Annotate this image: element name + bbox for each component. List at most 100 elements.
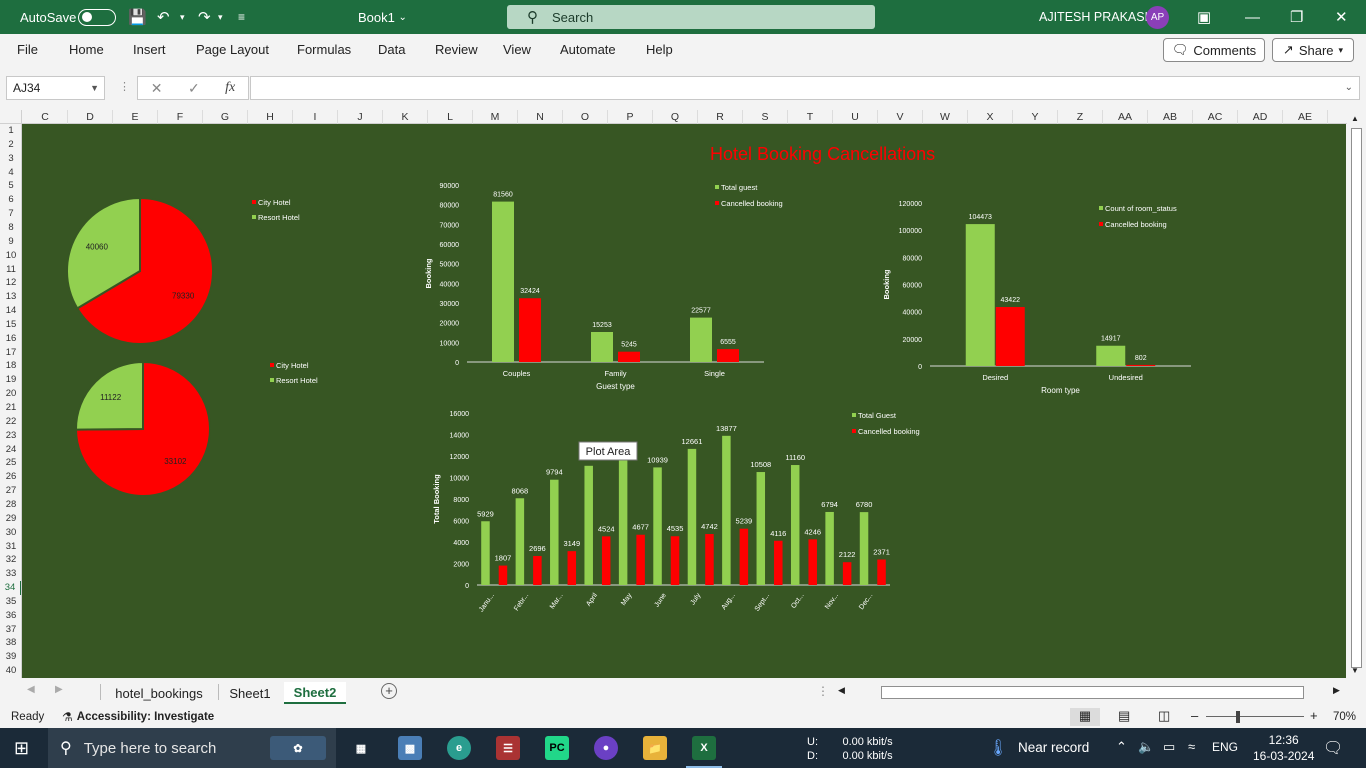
column-header-m[interactable]: M bbox=[473, 110, 518, 124]
row-header-16[interactable]: 16 bbox=[0, 332, 21, 346]
comments-button[interactable]: 🗨 Comments bbox=[1163, 38, 1265, 62]
tab-review[interactable]: Review bbox=[435, 42, 478, 57]
task-view-icon[interactable]: ▦ bbox=[349, 736, 373, 760]
row-header-17[interactable]: 17 bbox=[0, 346, 21, 360]
sheet-tab-sheet2[interactable]: Sheet2 bbox=[284, 682, 346, 704]
row-header-19[interactable]: 19 bbox=[0, 373, 21, 387]
row-header-8[interactable]: 8 bbox=[0, 221, 21, 235]
tab-view[interactable]: View bbox=[503, 42, 531, 57]
redo-dropdown-icon[interactable]: ▾ bbox=[218, 0, 223, 34]
close-icon[interactable]: ✕ bbox=[1335, 0, 1348, 34]
restore-icon[interactable]: ❐ bbox=[1290, 0, 1303, 34]
notifications-icon[interactable]: 🗨 bbox=[1323, 738, 1343, 758]
weather-text[interactable]: Near record bbox=[1018, 740, 1089, 755]
tab-page-layout[interactable]: Page Layout bbox=[196, 42, 269, 57]
row-header-15[interactable]: 15 bbox=[0, 318, 21, 332]
row-header-12[interactable]: 12 bbox=[0, 276, 21, 290]
row-header-37[interactable]: 37 bbox=[0, 623, 21, 637]
formula-input[interactable]: ⌄ bbox=[250, 76, 1360, 100]
save-icon[interactable]: 💾 bbox=[128, 0, 147, 34]
row-header-29[interactable]: 29 bbox=[0, 512, 21, 526]
row-header-10[interactable]: 10 bbox=[0, 249, 21, 263]
column-header-g[interactable]: G bbox=[203, 110, 248, 124]
tab-formulas[interactable]: Formulas bbox=[297, 42, 351, 57]
row-header-35[interactable]: 35 bbox=[0, 595, 21, 609]
battery-icon[interactable]: ▭ bbox=[1163, 739, 1175, 755]
workbook-title[interactable]: Book1 ⌄ bbox=[358, 0, 407, 34]
column-header-d[interactable]: D bbox=[68, 110, 113, 124]
cancel-icon[interactable]: ✕ bbox=[151, 80, 163, 97]
name-box[interactable]: AJ34 ▼ bbox=[6, 76, 105, 100]
row-header-9[interactable]: 9 bbox=[0, 235, 21, 249]
normal-view-icon[interactable]: ▦ bbox=[1070, 708, 1100, 726]
row-header-22[interactable]: 22 bbox=[0, 415, 21, 429]
tab-automate[interactable]: Automate bbox=[560, 42, 616, 57]
language-indicator[interactable]: ENG bbox=[1212, 740, 1238, 754]
row-header-32[interactable]: 32 bbox=[0, 553, 21, 567]
vertical-scrollbar[interactable]: ▲ ▼ bbox=[1347, 112, 1366, 678]
column-header-v[interactable]: V bbox=[878, 110, 923, 124]
column-header-e[interactable]: E bbox=[113, 110, 158, 124]
undo-dropdown-icon[interactable]: ▾ bbox=[180, 0, 185, 34]
sheet-grid[interactable]: Hotel Booking Cancellations 79330 40060 Cit… bbox=[22, 124, 1346, 678]
tab-insert[interactable]: Insert bbox=[133, 42, 166, 57]
windows-start-icon[interactable]: ⊞ bbox=[14, 738, 29, 759]
github-icon[interactable]: ● bbox=[594, 736, 618, 760]
row-header-39[interactable]: 39 bbox=[0, 650, 21, 664]
column-header-k[interactable]: K bbox=[383, 110, 428, 124]
row-header-11[interactable]: 11 bbox=[0, 263, 21, 277]
row-header-24[interactable]: 24 bbox=[0, 443, 21, 457]
column-header-u[interactable]: U bbox=[833, 110, 878, 124]
row-header-36[interactable]: 36 bbox=[0, 609, 21, 623]
wifi-icon[interactable]: ≈ bbox=[1188, 739, 1195, 754]
column-header-ac[interactable]: AC bbox=[1193, 110, 1238, 124]
vertical-scroll-thumb[interactable] bbox=[1351, 128, 1362, 668]
insert-function-icon[interactable]: fx bbox=[225, 80, 235, 96]
row-header-5[interactable]: 5 bbox=[0, 179, 21, 193]
undo-icon[interactable]: ↶ bbox=[157, 0, 170, 34]
row-header-34[interactable]: 34 bbox=[0, 581, 21, 595]
sheet-tab-sheet1[interactable]: Sheet1 bbox=[222, 682, 278, 704]
select-all-corner[interactable] bbox=[0, 110, 22, 124]
column-header-i[interactable]: I bbox=[293, 110, 338, 124]
column-header-f[interactable]: F bbox=[158, 110, 203, 124]
column-header-aa[interactable]: AA bbox=[1103, 110, 1148, 124]
row-header-13[interactable]: 13 bbox=[0, 290, 21, 304]
customize-toolbar-icon[interactable]: ≡ bbox=[238, 0, 245, 34]
row-header-23[interactable]: 23 bbox=[0, 429, 21, 443]
column-header-n[interactable]: N bbox=[518, 110, 563, 124]
ribbon-display-icon[interactable]: ▣ bbox=[1197, 0, 1211, 34]
search-box[interactable]: ⚲ Search bbox=[507, 5, 875, 29]
row-header-38[interactable]: 38 bbox=[0, 636, 21, 650]
row-header-2[interactable]: 2 bbox=[0, 138, 21, 152]
column-header-c[interactable]: C bbox=[23, 110, 68, 124]
row-header-20[interactable]: 20 bbox=[0, 387, 21, 401]
next-sheet-icon[interactable]: ▶ bbox=[55, 684, 63, 695]
zoom-slider-thumb[interactable] bbox=[1236, 711, 1240, 723]
row-header-4[interactable]: 4 bbox=[0, 166, 21, 180]
column-header-y[interactable]: Y bbox=[1013, 110, 1058, 124]
tab-help[interactable]: Help bbox=[646, 42, 673, 57]
zoom-in-icon[interactable]: + bbox=[1310, 708, 1318, 723]
file-explorer-icon[interactable]: 📁 bbox=[643, 736, 667, 760]
speaker-icon[interactable]: 🔈 bbox=[1138, 739, 1154, 755]
column-header-p[interactable]: P bbox=[608, 110, 653, 124]
row-header-14[interactable]: 14 bbox=[0, 304, 21, 318]
minimize-icon[interactable]: — bbox=[1245, 0, 1260, 34]
page-layout-view-icon[interactable]: ▤ bbox=[1118, 708, 1130, 724]
clock[interactable]: 12:36 16-03-2024 bbox=[1253, 732, 1314, 764]
scroll-down-icon[interactable]: ▼ bbox=[1351, 666, 1359, 675]
column-header-t[interactable]: T bbox=[788, 110, 833, 124]
column-header-ae[interactable]: AE bbox=[1283, 110, 1328, 124]
column-header-x[interactable]: X bbox=[968, 110, 1013, 124]
column-header-r[interactable]: R bbox=[698, 110, 743, 124]
tab-file[interactable]: File bbox=[17, 42, 38, 57]
hscroll-left-icon[interactable]: ◀ bbox=[838, 685, 845, 696]
row-header-31[interactable]: 31 bbox=[0, 540, 21, 554]
tab-home[interactable]: Home bbox=[69, 42, 104, 57]
excel-icon[interactable]: X bbox=[692, 736, 716, 760]
row-header-25[interactable]: 25 bbox=[0, 456, 21, 470]
column-header-q[interactable]: Q bbox=[653, 110, 698, 124]
redo-icon[interactable]: ↷ bbox=[198, 0, 211, 34]
zoom-level[interactable]: 70% bbox=[1333, 711, 1356, 723]
